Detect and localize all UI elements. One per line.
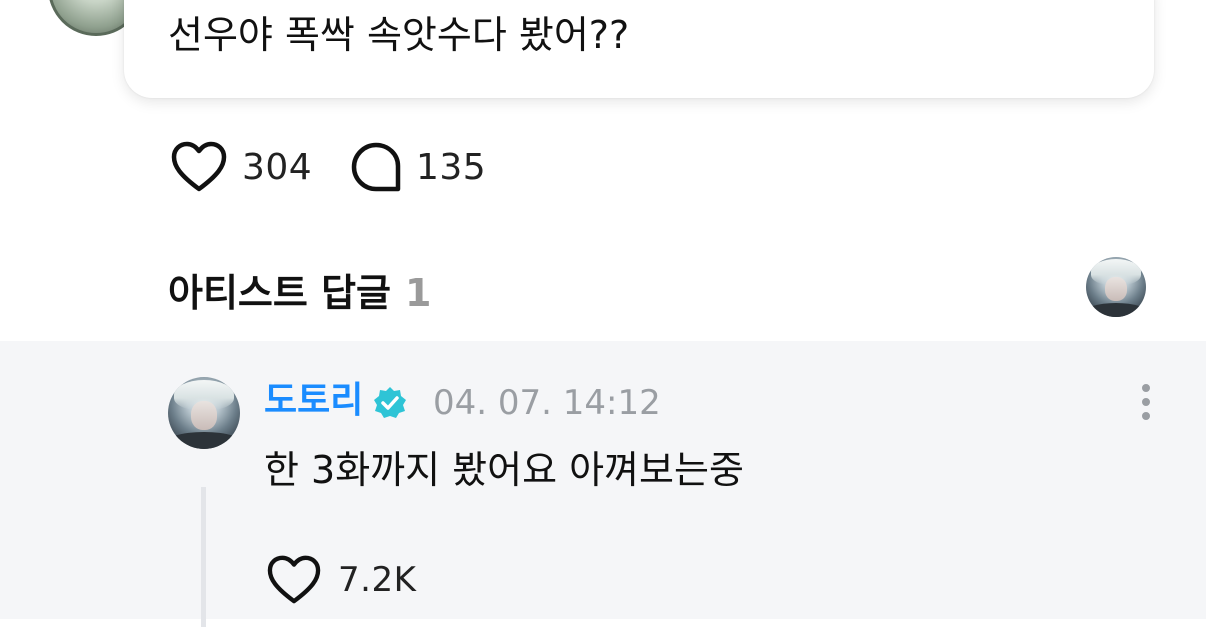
more-vertical-icon	[1142, 384, 1150, 392]
more-options-button[interactable]	[1130, 378, 1162, 426]
post-like-button[interactable]: 304	[170, 138, 312, 196]
reply-author-name[interactable]: 도토리	[264, 378, 363, 424]
post-comment-button[interactable]: 135	[350, 138, 486, 196]
post-text: 선우야 폭싹 속앗수다 봤어??	[168, 13, 630, 57]
reply-like-button[interactable]: 7.2K	[266, 552, 416, 608]
verified-badge-icon	[374, 387, 406, 418]
heart-icon	[267, 555, 321, 604]
post-like-count: 304	[242, 146, 313, 188]
reply-timestamp: 04. 07. 14:12	[433, 383, 661, 423]
artist-avatar[interactable]	[1086, 257, 1146, 317]
artist-replies-header: 아티스트 답글 1	[168, 262, 431, 317]
reply-author-avatar[interactable]	[168, 377, 240, 449]
comment-bubble-icon	[351, 142, 401, 192]
post-comment-count: 135	[416, 146, 487, 188]
artist-replies-count: 1	[405, 271, 432, 315]
reply-text: 한 3화까지 봤어요 아껴보는중	[264, 448, 744, 492]
artist-replies-title: 아티스트 답글	[168, 271, 391, 315]
reply-like-count: 7.2K	[338, 560, 417, 600]
heart-icon	[171, 141, 227, 192]
thread-line	[201, 487, 206, 627]
